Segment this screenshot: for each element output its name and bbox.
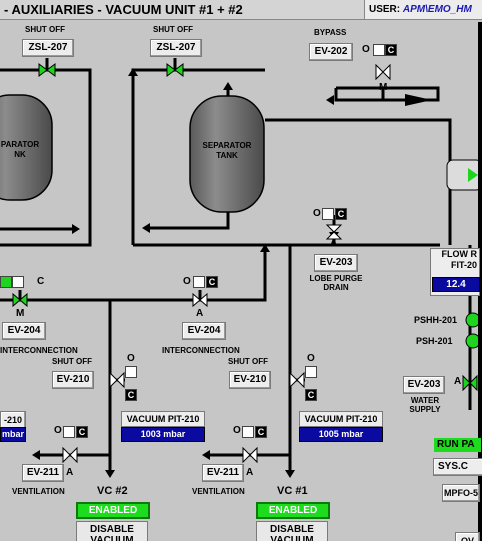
process-diagram [0,22,482,541]
left-enabled-button[interactable]: ENABLED [76,502,150,519]
left-ic-white-indicator[interactable] [12,276,24,288]
lobe-caption: LOBE PURGE DRAIN [309,274,363,292]
right-vv-caption: VENTILATION [192,487,245,496]
left-vc-label: VC #2 [97,485,128,497]
left-pit-label: VACUUM PIT-210 [121,411,205,427]
lobe-close-indicator[interactable]: C [335,208,347,220]
left-tank-label: PARATOR NK [0,140,40,159]
window-title: - AUXILIARIES - VACUUM UNIT #1 + #2 [0,0,364,20]
water-mode: A [454,376,462,387]
right-vv-white-indicator[interactable] [242,426,254,438]
right-ic-white-indicator[interactable] [193,276,205,288]
pshh-label: PSHH-201 [414,315,458,325]
right-vv-tag[interactable]: EV-211 [202,464,244,482]
left-disable-vacuum-button[interactable]: DISABLE VACUUM [76,521,148,541]
right-vv-close-indicator[interactable]: C [255,426,267,438]
left-pit-value: 1003 mbar [121,427,205,442]
left-vv-white-indicator[interactable] [63,426,75,438]
bypass-white-indicator[interactable] [373,44,385,56]
right-pit-value: 1005 mbar [299,427,383,442]
ov-button[interactable]: OV [455,532,480,541]
left-sv-close-indicator[interactable]: C [125,389,137,401]
right-ic-close-indicator[interactable]: C [206,276,218,288]
left-vv-open-letter: O [54,425,62,436]
psh-label: PSH-201 [416,336,453,346]
left-sv-open-letter: O [127,353,135,364]
left-vv-close-indicator[interactable]: C [76,426,88,438]
left-sv-tag[interactable]: EV-210 [52,371,94,389]
scada-screen: - AUXILIARIES - VACUUM UNIT #1 + #2 USER… [0,0,482,541]
right-ic-mode: A [196,308,204,319]
right-sv-white-indicator[interactable] [305,366,317,378]
left-ic-tag[interactable]: EV-204 [2,322,46,340]
left-ic-caption: INTERCONNECTION [0,346,78,355]
right-sv-caption: SHUT OFF [228,357,268,366]
lobe-white-indicator[interactable] [322,208,334,220]
right-enabled-button[interactable]: ENABLED [256,502,330,519]
left-ic-mode: M [16,308,25,319]
bypass-mode: M [379,82,388,93]
user-name: APM\EMO_HM [402,4,472,15]
lobe-open-letter: O [313,208,321,219]
right-sv-close-indicator[interactable]: C [305,389,317,401]
left-sv-caption: SHUT OFF [52,357,92,366]
bypass-label: BYPASS [314,28,347,37]
bypass-tag[interactable]: EV-202 [309,43,353,61]
right-ic-open-letter: O [183,276,191,287]
right-sv-tag[interactable]: EV-210 [229,371,271,389]
sys-button[interactable]: SYS.C [433,458,482,476]
right-sv-open-letter: O [307,353,315,364]
left-sv-white-indicator[interactable] [125,366,137,378]
left-vv-caption: VENTILATION [12,487,65,496]
right-ic-tag[interactable]: EV-204 [182,322,226,340]
right-vc-label: VC #1 [277,485,308,497]
water-caption: WATER SUPPLY [409,396,441,414]
right-ic-caption: INTERCONNECTION [162,346,240,355]
left-shutoff-label: SHUT OFF [25,25,65,34]
flow-value: 12.4 [432,277,480,292]
left-pit-partial-value: mbar [0,427,26,442]
mpfo-button[interactable]: MPFO-5 [442,484,480,502]
right-shutoff-tag[interactable]: ZSL-207 [150,39,202,57]
left-ic-open-indicator[interactable] [0,276,12,288]
user-indicator: USER: APM\EMO_HM [364,0,482,20]
bypass-open-letter: O [362,44,370,55]
left-ic-close-letter: C [37,276,45,287]
right-vv-open-letter: O [233,425,241,436]
right-pit-label: VACUUM PIT-210 [299,411,383,427]
right-disable-vacuum-button[interactable]: DISABLE VACUUM [256,521,328,541]
left-vv-tag[interactable]: EV-211 [22,464,64,482]
lobe-mode: A [330,238,338,249]
right-shutoff-label: SHUT OFF [153,25,193,34]
user-label: USER: [369,4,401,15]
right-vv-mode: A [246,467,254,478]
left-vv-mode: A [66,467,74,478]
bypass-close-indicator[interactable]: C [385,44,397,56]
run-pump-indicator[interactable]: RUN PA [434,438,481,452]
left-shutoff-tag[interactable]: ZSL-207 [22,39,74,57]
right-tank-label: SEPARATOR TANK [202,141,252,160]
water-tag[interactable]: EV-203 [403,376,445,394]
lobe-tag[interactable]: EV-203 [314,254,358,272]
